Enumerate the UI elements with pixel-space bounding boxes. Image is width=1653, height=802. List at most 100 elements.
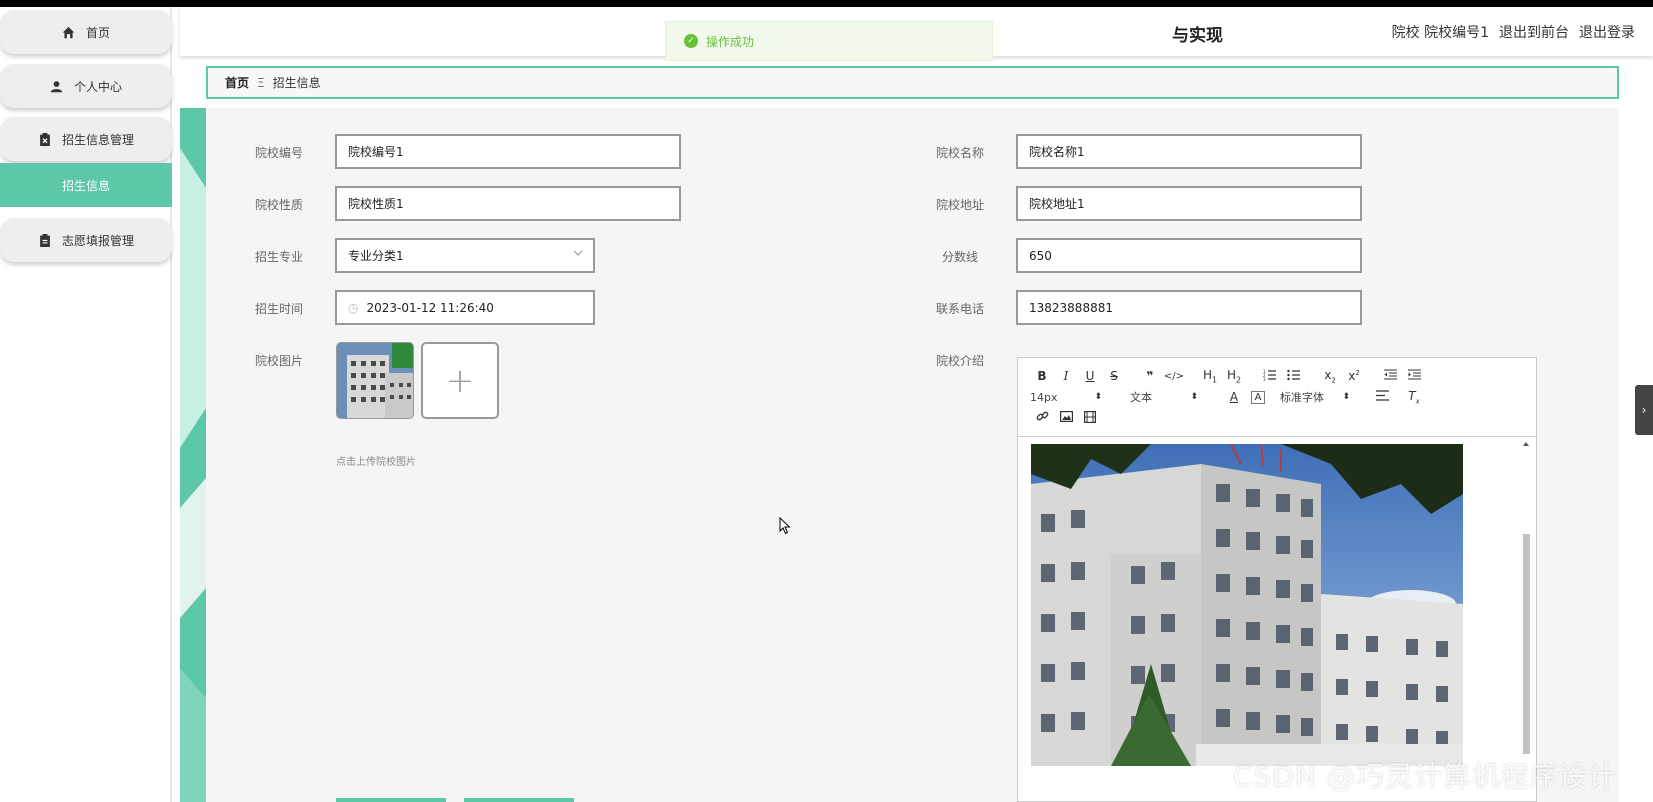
upload-tip: 点击上传院校图片 bbox=[336, 457, 416, 468]
breadcrumb-current: 招生信息 bbox=[272, 76, 321, 90]
form-panel: 院校编号 院校编号1 院校名称 院校名称1 院校性质 院校性质1 院校地址 院校… bbox=[180, 108, 1619, 802]
school-name-input[interactable]: 院校名称1 bbox=[1016, 134, 1362, 169]
sidebar-item-label: 志愿填报管理 bbox=[61, 233, 134, 248]
school-address-label: 院校地址 bbox=[936, 198, 985, 212]
sidebar-item-label: 招生信息 bbox=[61, 178, 110, 193]
school-type-value: 院校性质1 bbox=[348, 197, 404, 211]
school-code-input[interactable]: 院校编号1 bbox=[335, 134, 681, 169]
updown-icon: ⬍ bbox=[1094, 392, 1102, 403]
breadcrumb: 首页 Ξ 招生信息 bbox=[206, 66, 1619, 99]
school-type-label: 院校性质 bbox=[255, 198, 304, 212]
sidebar-item-application-management[interactable]: 志愿填报管理 bbox=[0, 218, 172, 262]
user-info: 院校 院校编号1 bbox=[1391, 25, 1489, 41]
score-line-value: 650 bbox=[1029, 248, 1052, 263]
check-circle-icon: ✓ bbox=[684, 34, 698, 48]
building-photo-thumbnail bbox=[337, 343, 413, 418]
cancel-button[interactable] bbox=[464, 798, 574, 802]
major-label: 招生专业 bbox=[255, 250, 304, 264]
user-links: 院校 院校编号1 退出到前台 退出登录 bbox=[1392, 22, 1635, 42]
heading2-icon[interactable]: H2 bbox=[1222, 368, 1246, 384]
blockquote-icon[interactable]: ❞ bbox=[1138, 369, 1162, 383]
school-code-label: 院校编号 bbox=[255, 146, 304, 160]
sidebar-item-personal-center[interactable]: 个人中心 bbox=[0, 64, 172, 108]
user-icon bbox=[50, 79, 64, 93]
updown-icon: ⬍ bbox=[1190, 392, 1198, 403]
font-color-icon[interactable]: A bbox=[1222, 390, 1246, 404]
sidebar-item-label: 招生信息管理 bbox=[61, 132, 134, 147]
major-value: 专业分类1 bbox=[348, 249, 404, 263]
home-icon bbox=[62, 25, 76, 39]
block-type-value: 文本 bbox=[1130, 391, 1152, 405]
school-image-label: 院校图片 bbox=[255, 354, 304, 368]
decorative-stripe bbox=[180, 108, 206, 802]
align-icon[interactable] bbox=[1370, 390, 1394, 404]
clipboard-x-icon bbox=[38, 132, 52, 146]
underline-icon[interactable]: U bbox=[1078, 369, 1102, 383]
watermark: CSDN @巧灵计算机程序设计 bbox=[1233, 760, 1617, 793]
school-name-value: 院校名称1 bbox=[1029, 145, 1085, 159]
font-family-select[interactable]: 标准字体 ⬍ bbox=[1270, 389, 1364, 405]
image-icon[interactable] bbox=[1054, 411, 1078, 425]
intro-label: 院校介绍 bbox=[936, 354, 985, 368]
phone-label: 联系电话 bbox=[936, 302, 985, 316]
score-line-input[interactable]: 650 bbox=[1016, 238, 1362, 273]
school-image-thumbnail[interactable] bbox=[336, 342, 414, 419]
school-name-label: 院校名称 bbox=[936, 146, 985, 160]
sidebar-item-home[interactable]: 首页 bbox=[0, 10, 172, 54]
font-size-value: 14px bbox=[1030, 390, 1058, 404]
score-line-label: 分数线 bbox=[942, 250, 979, 264]
chevron-down-icon bbox=[573, 248, 583, 261]
clock-icon: ◷ bbox=[348, 300, 359, 315]
font-size-select[interactable]: 14px ⬍ bbox=[1030, 391, 1126, 404]
bullet-list-icon[interactable] bbox=[1282, 369, 1306, 384]
strikethrough-icon[interactable]: S bbox=[1102, 369, 1126, 383]
subscript-icon[interactable]: x2 bbox=[1318, 368, 1342, 384]
upload-image-button[interactable]: + bbox=[421, 342, 499, 419]
background-color-icon[interactable]: A bbox=[1251, 390, 1265, 404]
back-to-front-link[interactable]: 退出到前台 bbox=[1499, 22, 1569, 42]
phone-value: 13823888881 bbox=[1029, 300, 1113, 315]
major-select[interactable]: 专业分类1 bbox=[335, 238, 595, 273]
enroll-time-label: 招生时间 bbox=[255, 302, 304, 316]
school-code-value: 院校编号1 bbox=[348, 145, 404, 159]
editor-toolbar: B I U S ❞ </> H1 H2 123 x2 x2 14px ⬍ 文本 … bbox=[1018, 358, 1536, 437]
enroll-time-value: 2023-01-12 11:26:40 bbox=[366, 300, 494, 315]
logout-link[interactable]: 退出登录 bbox=[1579, 22, 1635, 42]
outdent-icon[interactable] bbox=[1378, 369, 1402, 383]
submit-button[interactable] bbox=[336, 798, 446, 802]
phone-input[interactable]: 13823888881 bbox=[1016, 290, 1362, 325]
mouse-cursor-icon bbox=[779, 517, 791, 535]
indent-icon[interactable] bbox=[1402, 369, 1426, 383]
code-block-icon[interactable]: </> bbox=[1162, 371, 1186, 382]
editor-scrollbar[interactable] bbox=[1521, 440, 1531, 802]
superscript-icon[interactable]: x2 bbox=[1342, 369, 1366, 383]
heading1-icon[interactable]: H1 bbox=[1198, 368, 1222, 384]
sidebar-item-label: 首页 bbox=[85, 25, 110, 40]
school-type-input[interactable]: 院校性质1 bbox=[335, 186, 681, 221]
page-title: 与实现 bbox=[1172, 26, 1223, 46]
sidebar: 首页 个人中心 招生信息管理 招生信息 志愿填报管理 bbox=[0, 7, 172, 802]
building-photo bbox=[1031, 444, 1463, 766]
bold-icon[interactable]: B bbox=[1030, 369, 1054, 383]
italic-icon[interactable]: I bbox=[1054, 369, 1078, 383]
chevron-right-icon: › bbox=[1641, 403, 1647, 417]
clear-format-icon[interactable]: Tx bbox=[1402, 389, 1426, 405]
video-icon[interactable] bbox=[1078, 410, 1102, 426]
enroll-time-picker[interactable]: ◷ 2023-01-12 11:26:40 bbox=[335, 290, 595, 325]
updown-icon: ⬍ bbox=[1342, 392, 1350, 403]
editor-content[interactable] bbox=[1018, 438, 1536, 802]
link-icon[interactable] bbox=[1030, 410, 1054, 426]
school-address-value: 院校地址1 bbox=[1029, 197, 1085, 211]
rich-text-editor: B I U S ❞ </> H1 H2 123 x2 x2 14px ⬍ 文本 … bbox=[1017, 357, 1537, 802]
side-drawer-toggle[interactable]: › bbox=[1635, 385, 1653, 435]
sidebar-item-admission-management[interactable]: 招生信息管理 bbox=[0, 117, 172, 161]
ordered-list-icon[interactable]: 123 bbox=[1258, 369, 1282, 384]
breadcrumb-separator: Ξ bbox=[257, 75, 265, 90]
toast-message: 操作成功 bbox=[706, 34, 755, 49]
sidebar-item-admission-info[interactable]: 招生信息 bbox=[0, 163, 172, 207]
block-type-select[interactable]: 文本 ⬍ bbox=[1126, 389, 1222, 405]
success-toast: ✓ 操作成功 bbox=[665, 21, 993, 61]
clipboard-icon bbox=[38, 233, 52, 247]
school-address-input[interactable]: 院校地址1 bbox=[1016, 186, 1362, 221]
breadcrumb-home[interactable]: 首页 bbox=[225, 74, 249, 91]
